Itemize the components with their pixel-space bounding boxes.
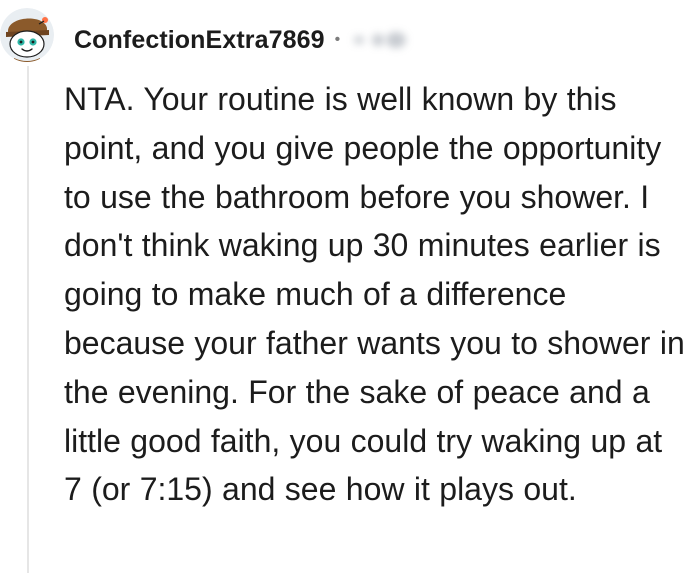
user-avatar[interactable] (0, 8, 54, 62)
username-link[interactable]: ConfectionExtra7869 (74, 26, 325, 55)
snoo-avatar-icon (0, 8, 54, 62)
comment-body: NTA. Your routine is well known by this … (64, 81, 685, 508)
separator-dot: • (334, 31, 341, 48)
blurred-timestamp (350, 28, 420, 52)
comment: ConfectionExtra7869 • NTA. Your routine … (0, 0, 700, 573)
comment-header: ConfectionExtra7869 • (74, 22, 420, 58)
thread-line[interactable] (27, 66, 29, 573)
